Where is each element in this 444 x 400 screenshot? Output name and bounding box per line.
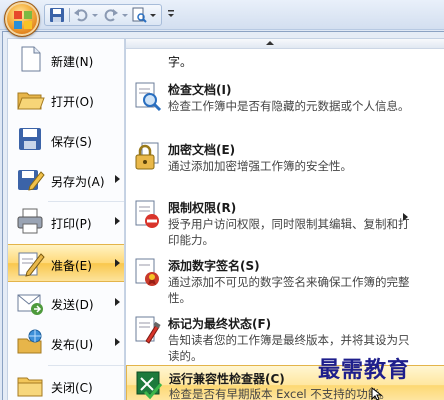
- menu-separator: [48, 365, 124, 366]
- encrypt-lock-icon: [134, 141, 162, 173]
- submenu-arrow-icon: [115, 259, 120, 267]
- digital-signature-icon: [134, 257, 162, 289]
- encrypt-document-item[interactable]: 加密文档(E) 通过添加加密增强工作簿的安全性。: [126, 135, 444, 193]
- submenu-arrow-icon: [115, 217, 120, 225]
- office-button[interactable]: [4, 1, 40, 37]
- undo-icon[interactable]: [73, 7, 91, 23]
- save-icon[interactable]: [49, 7, 67, 23]
- new-document-icon: [15, 44, 45, 74]
- submenu-arrow-icon: [115, 175, 120, 183]
- submenu-arrow-icon: [115, 298, 120, 306]
- publish-command[interactable]: 发布(U): [8, 324, 126, 362]
- title-bar: [0, 0, 444, 37]
- print-preview-icon[interactable]: [131, 7, 149, 23]
- restrict-permission-icon: [134, 199, 162, 231]
- mark-final-icon: [134, 315, 162, 347]
- new-command[interactable]: 新建(N): [8, 41, 126, 79]
- publish-icon: [15, 327, 45, 357]
- save-command[interactable]: 保存(S): [8, 121, 126, 159]
- scroll-up-arrow-icon: [266, 41, 274, 45]
- quick-access-toolbar: [44, 4, 162, 26]
- redo-dropdown-icon[interactable]: [121, 7, 131, 23]
- office-menu: 新建(N) 打开(O) 保存(S) 另存为(A) 打印(P) 准备(E) 发送(…: [2, 31, 444, 400]
- submenu-clipped-text: 字。: [168, 55, 193, 69]
- customize-qat-icon[interactable]: [149, 7, 159, 23]
- close-folder-icon: [15, 370, 45, 400]
- printer-icon: [15, 206, 45, 236]
- add-digital-signature-item[interactable]: 添加数字签名(S) 通过添加不可见的数字签名来确保工作簿的完整性。: [126, 251, 444, 309]
- office-logo-icon: [14, 11, 32, 29]
- prepare-submenu: 字。 检查文档(I) 检查工作簿中是否有隐藏的元数据或个人信息。 加密文档(E)…: [125, 38, 444, 400]
- save-as-command[interactable]: 另存为(A): [8, 161, 126, 199]
- open-folder-icon: [15, 84, 45, 114]
- undo-dropdown-icon[interactable]: [91, 7, 101, 23]
- print-command[interactable]: 打印(P): [8, 203, 126, 241]
- send-icon: [15, 287, 45, 317]
- submenu-arrow-icon: [115, 338, 120, 346]
- restrict-permission-item[interactable]: 限制权限(R) 授予用户访问权限，同时限制其编辑、复制和打印能力。: [126, 193, 444, 251]
- compatibility-checker-icon: [135, 370, 163, 400]
- save-disk-icon: [15, 124, 45, 154]
- submenu-scroll-up[interactable]: [126, 39, 444, 49]
- open-command[interactable]: 打开(O): [8, 81, 126, 119]
- prepare-pencil-icon: [15, 248, 45, 278]
- submenu-arrow-icon: [403, 213, 408, 221]
- inspect-document-icon: [134, 81, 162, 113]
- command-list: 新建(N) 打开(O) 保存(S) 另存为(A) 打印(P) 准备(E) 发送(…: [7, 38, 126, 400]
- redo-icon[interactable]: [103, 7, 121, 23]
- send-command[interactable]: 发送(D): [8, 284, 126, 322]
- menu-separator: [48, 201, 124, 202]
- mouse-cursor-icon: [371, 386, 383, 400]
- save-as-icon: [15, 164, 45, 194]
- qat-separator: [69, 8, 70, 22]
- watermark-text: 最需教育: [318, 357, 411, 383]
- prepare-command[interactable]: 准备(E): [8, 244, 126, 282]
- qat-more-icon[interactable]: [166, 6, 176, 22]
- inspect-document-item[interactable]: 检查文档(I) 检查工作簿中是否有隐藏的元数据或个人信息。: [126, 75, 444, 133]
- close-command[interactable]: 关闭(C): [8, 367, 126, 400]
